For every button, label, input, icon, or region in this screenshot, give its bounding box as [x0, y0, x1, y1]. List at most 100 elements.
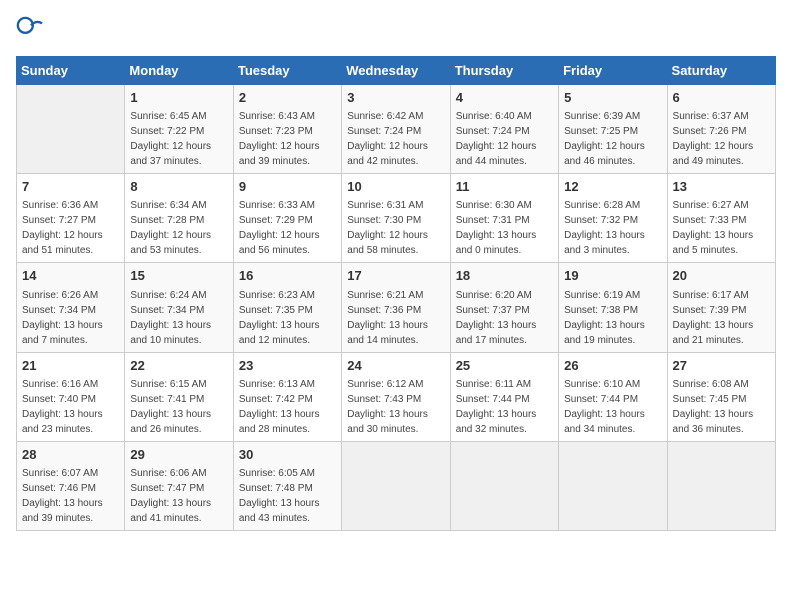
calendar-week-row: 7 Sunrise: 6:36 AMSunset: 7:27 PMDaylight…	[17, 174, 776, 263]
calendar-cell: 18 Sunrise: 6:20 AMSunset: 7:37 PMDayligh…	[450, 263, 558, 352]
day-number: 30	[239, 446, 336, 464]
day-info: Sunrise: 6:11 AMSunset: 7:44 PMDaylight:…	[456, 377, 553, 437]
day-number: 17	[347, 267, 444, 285]
day-number: 6	[673, 89, 770, 107]
day-info: Sunrise: 6:21 AMSunset: 7:36 PMDaylight:…	[347, 288, 444, 348]
calendar-week-row: 1 Sunrise: 6:45 AMSunset: 7:22 PMDaylight…	[17, 85, 776, 174]
calendar-cell: 8Sunrise: 6:34 AMSunset: 7:28 PMDaylight…	[125, 174, 233, 263]
day-number: 27	[673, 357, 770, 375]
day-info: Sunrise: 6:16 AMSunset: 7:40 PMDaylight:…	[22, 377, 119, 437]
calendar-cell: 1 Sunrise: 6:45 AMSunset: 7:22 PMDaylight…	[125, 85, 233, 174]
day-info: Sunrise: 6:33 AMSunset: 7:29 PMDaylight:…	[239, 198, 336, 258]
day-number: 15	[130, 267, 227, 285]
day-info: Sunrise: 6:36 AMSunset: 7:27 PMDaylight:…	[22, 198, 119, 258]
day-number: 18	[456, 267, 553, 285]
column-header-tuesday: Tuesday	[233, 57, 341, 85]
calendar-cell: 3 Sunrise: 6:42 AMSunset: 7:24 PMDaylight…	[342, 85, 450, 174]
calendar-table: SundayMondayTuesdayWednesdayThursdayFrid…	[16, 56, 776, 531]
calendar-cell	[667, 441, 775, 530]
day-info: Sunrise: 6:45 AMSunset: 7:22 PMDaylight:…	[130, 109, 227, 169]
calendar-cell: 17 Sunrise: 6:21 AMSunset: 7:36 PMDayligh…	[342, 263, 450, 352]
day-number: 14	[22, 267, 119, 285]
day-info: Sunrise: 6:10 AMSunset: 7:44 PMDaylight:…	[564, 377, 661, 437]
day-number: 2	[239, 89, 336, 107]
calendar-cell: 27 Sunrise: 6:08 AMSunset: 7:45 PMDayligh…	[667, 352, 775, 441]
day-number: 4	[456, 89, 553, 107]
calendar-cell: 26 Sunrise: 6:10 AMSunset: 7:44 PMDayligh…	[559, 352, 667, 441]
day-info: Sunrise: 6:07 AMSunset: 7:46 PMDaylight:…	[22, 466, 119, 526]
day-info: Sunrise: 6:34 AMSunset: 7:28 PMDaylight:…	[130, 198, 227, 258]
column-header-thursday: Thursday	[450, 57, 558, 85]
calendar-cell	[450, 441, 558, 530]
page-header	[16, 16, 776, 44]
day-number: 29	[130, 446, 227, 464]
day-info: Sunrise: 6:26 AMSunset: 7:34 PMDaylight:…	[22, 288, 119, 348]
calendar-week-row: 21 Sunrise: 6:16 AMSunset: 7:40 PMDayligh…	[17, 352, 776, 441]
day-info: Sunrise: 6:15 AMSunset: 7:41 PMDaylight:…	[130, 377, 227, 437]
calendar-cell: 16 Sunrise: 6:23 AMSunset: 7:35 PMDayligh…	[233, 263, 341, 352]
calendar-cell: 25 Sunrise: 6:11 AMSunset: 7:44 PMDayligh…	[450, 352, 558, 441]
column-header-monday: Monday	[125, 57, 233, 85]
calendar-cell: 29 Sunrise: 6:06 AMSunset: 7:47 PMDayligh…	[125, 441, 233, 530]
calendar-cell: 15 Sunrise: 6:24 AMSunset: 7:34 PMDayligh…	[125, 263, 233, 352]
day-info: Sunrise: 6:13 AMSunset: 7:42 PMDaylight:…	[239, 377, 336, 437]
calendar-cell: 9 Sunrise: 6:33 AMSunset: 7:29 PMDaylight…	[233, 174, 341, 263]
calendar-cell: 11 Sunrise: 6:30 AMSunset: 7:31 PMDayligh…	[450, 174, 558, 263]
day-number: 20	[673, 267, 770, 285]
calendar-cell: 14 Sunrise: 6:26 AMSunset: 7:34 PMDayligh…	[17, 263, 125, 352]
day-info: Sunrise: 6:23 AMSunset: 7:35 PMDaylight:…	[239, 288, 336, 348]
day-number: 11	[456, 178, 553, 196]
day-number: 28	[22, 446, 119, 464]
calendar-cell: 28 Sunrise: 6:07 AMSunset: 7:46 PMDayligh…	[17, 441, 125, 530]
day-number: 16	[239, 267, 336, 285]
column-header-sunday: Sunday	[17, 57, 125, 85]
calendar-cell: 12Sunrise: 6:28 AMSunset: 7:32 PMDayligh…	[559, 174, 667, 263]
calendar-cell: 6Sunrise: 6:37 AMSunset: 7:26 PMDaylight…	[667, 85, 775, 174]
day-number: 9	[239, 178, 336, 196]
calendar-week-row: 14 Sunrise: 6:26 AMSunset: 7:34 PMDayligh…	[17, 263, 776, 352]
day-number: 23	[239, 357, 336, 375]
day-number: 19	[564, 267, 661, 285]
day-info: Sunrise: 6:30 AMSunset: 7:31 PMDaylight:…	[456, 198, 553, 258]
day-info: Sunrise: 6:24 AMSunset: 7:34 PMDaylight:…	[130, 288, 227, 348]
day-number: 21	[22, 357, 119, 375]
logo-icon	[16, 16, 44, 44]
calendar-cell	[17, 85, 125, 174]
calendar-cell: 23 Sunrise: 6:13 AMSunset: 7:42 PMDayligh…	[233, 352, 341, 441]
day-number: 24	[347, 357, 444, 375]
calendar-cell: 5Sunrise: 6:39 AMSunset: 7:25 PMDaylight…	[559, 85, 667, 174]
day-number: 10	[347, 178, 444, 196]
day-number: 7	[22, 178, 119, 196]
day-info: Sunrise: 6:08 AMSunset: 7:45 PMDaylight:…	[673, 377, 770, 437]
day-info: Sunrise: 6:17 AMSunset: 7:39 PMDaylight:…	[673, 288, 770, 348]
day-info: Sunrise: 6:19 AMSunset: 7:38 PMDaylight:…	[564, 288, 661, 348]
day-info: Sunrise: 6:28 AMSunset: 7:32 PMDaylight:…	[564, 198, 661, 258]
calendar-cell: 30 Sunrise: 6:05 AMSunset: 7:48 PMDayligh…	[233, 441, 341, 530]
column-header-friday: Friday	[559, 57, 667, 85]
day-number: 1	[130, 89, 227, 107]
column-header-wednesday: Wednesday	[342, 57, 450, 85]
day-number: 22	[130, 357, 227, 375]
day-info: Sunrise: 6:43 AMSunset: 7:23 PMDaylight:…	[239, 109, 336, 169]
calendar-cell: 7 Sunrise: 6:36 AMSunset: 7:27 PMDaylight…	[17, 174, 125, 263]
calendar-cell: 2 Sunrise: 6:43 AMSunset: 7:23 PMDaylight…	[233, 85, 341, 174]
day-number: 3	[347, 89, 444, 107]
day-number: 25	[456, 357, 553, 375]
day-info: Sunrise: 6:31 AMSunset: 7:30 PMDaylight:…	[347, 198, 444, 258]
calendar-cell: 13Sunrise: 6:27 AMSunset: 7:33 PMDayligh…	[667, 174, 775, 263]
calendar-cell: 4 Sunrise: 6:40 AMSunset: 7:24 PMDaylight…	[450, 85, 558, 174]
day-info: Sunrise: 6:20 AMSunset: 7:37 PMDaylight:…	[456, 288, 553, 348]
calendar-cell: 22 Sunrise: 6:15 AMSunset: 7:41 PMDayligh…	[125, 352, 233, 441]
day-number: 26	[564, 357, 661, 375]
day-number: 13	[673, 178, 770, 196]
day-info: Sunrise: 6:06 AMSunset: 7:47 PMDaylight:…	[130, 466, 227, 526]
calendar-header-row: SundayMondayTuesdayWednesdayThursdayFrid…	[17, 57, 776, 85]
day-info: Sunrise: 6:05 AMSunset: 7:48 PMDaylight:…	[239, 466, 336, 526]
day-info: Sunrise: 6:12 AMSunset: 7:43 PMDaylight:…	[347, 377, 444, 437]
day-info: Sunrise: 6:42 AMSunset: 7:24 PMDaylight:…	[347, 109, 444, 169]
calendar-cell: 20 Sunrise: 6:17 AMSunset: 7:39 PMDayligh…	[667, 263, 775, 352]
calendar-cell: 21 Sunrise: 6:16 AMSunset: 7:40 PMDayligh…	[17, 352, 125, 441]
day-info: Sunrise: 6:40 AMSunset: 7:24 PMDaylight:…	[456, 109, 553, 169]
day-number: 5	[564, 89, 661, 107]
calendar-cell	[559, 441, 667, 530]
